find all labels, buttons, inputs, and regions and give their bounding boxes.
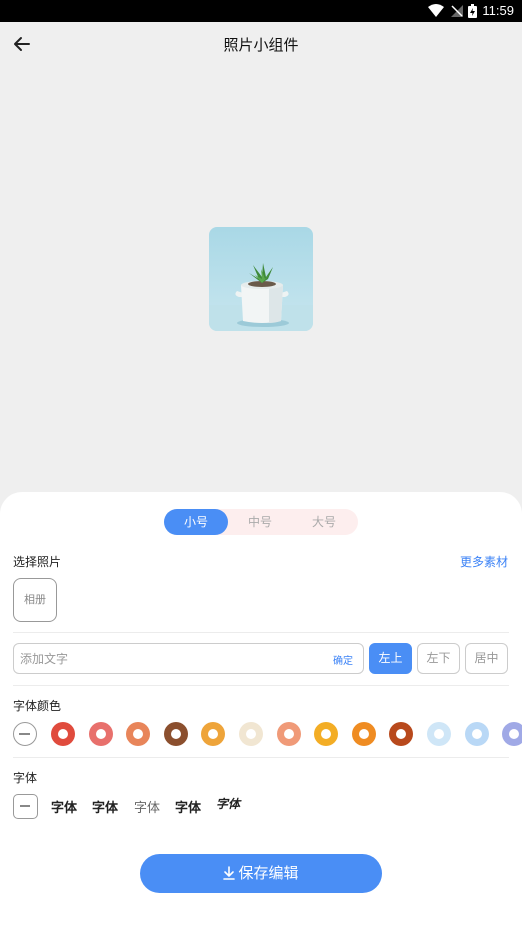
color-swatch[interactable] bbox=[276, 722, 301, 746]
wifi-icon bbox=[428, 4, 444, 17]
status-time: 11:59 bbox=[482, 3, 514, 18]
font-none-option[interactable] bbox=[13, 794, 38, 819]
color-swatch[interactable] bbox=[88, 722, 113, 746]
font-label: 字体 bbox=[13, 771, 38, 785]
color-swatch[interactable] bbox=[126, 722, 151, 746]
color-swatch[interactable] bbox=[51, 722, 75, 746]
divider bbox=[13, 632, 509, 633]
position-center-button[interactable]: 居中 bbox=[465, 643, 508, 674]
photo-section-label: 选择照片 bbox=[13, 555, 62, 569]
color-swatch[interactable] bbox=[239, 722, 263, 746]
save-edit-button[interactable]: 保存编辑 bbox=[140, 854, 382, 893]
battery-icon bbox=[468, 4, 477, 18]
font-option-3[interactable]: 字体 bbox=[134, 797, 160, 816]
album-button[interactable]: 相册 bbox=[13, 578, 57, 622]
divider bbox=[13, 685, 509, 686]
color-swatch[interactable] bbox=[163, 722, 188, 746]
download-icon bbox=[223, 866, 236, 880]
tab-medium[interactable]: 中号 bbox=[228, 509, 292, 535]
color-swatch[interactable] bbox=[502, 722, 522, 746]
confirm-text-button[interactable]: 确定 bbox=[333, 652, 353, 667]
color-swatch[interactable] bbox=[464, 722, 489, 746]
minus-icon bbox=[20, 805, 30, 807]
position-bottom-left-button[interactable]: 左下 bbox=[417, 643, 460, 674]
tab-large[interactable]: 大号 bbox=[292, 509, 356, 535]
potted-plant-photo bbox=[209, 227, 313, 331]
tab-small[interactable]: 小号 bbox=[164, 509, 228, 535]
font-option-5[interactable]: 字体 bbox=[216, 795, 240, 812]
font-color-label: 字体颜色 bbox=[13, 699, 62, 713]
font-option-2[interactable]: 字体 bbox=[92, 797, 118, 816]
add-text-field: 确定 bbox=[13, 643, 364, 674]
color-none-swatch[interactable] bbox=[13, 722, 37, 746]
color-swatch[interactable] bbox=[389, 722, 414, 746]
color-swatch[interactable] bbox=[427, 722, 451, 746]
save-edit-label: 保存编辑 bbox=[238, 864, 299, 882]
divider bbox=[13, 757, 509, 758]
size-tab-group: 小号 中号 大号 bbox=[164, 509, 358, 535]
color-swatch[interactable] bbox=[314, 722, 339, 746]
font-option-4[interactable]: 字体 bbox=[175, 797, 201, 816]
add-text-input[interactable] bbox=[20, 644, 320, 673]
font-option-1[interactable]: 字体 bbox=[51, 797, 77, 816]
app-header: 照片小组件 bbox=[0, 22, 522, 66]
color-swatch[interactable] bbox=[351, 722, 376, 746]
minus-icon bbox=[19, 733, 30, 735]
status-bar: 11:59 bbox=[0, 0, 522, 22]
no-signal-icon bbox=[451, 5, 463, 17]
position-top-left-button[interactable]: 左上 bbox=[369, 643, 412, 674]
color-swatch[interactable] bbox=[201, 722, 226, 746]
page-title: 照片小组件 bbox=[223, 36, 299, 54]
widget-preview-image[interactable] bbox=[209, 227, 313, 331]
edit-sheet: 小号 中号 大号 选择照片 更多素材 相册 确定 左上 左下 居中 字体颜色 字… bbox=[0, 492, 522, 928]
more-materials-link[interactable]: 更多素材 bbox=[460, 553, 508, 570]
